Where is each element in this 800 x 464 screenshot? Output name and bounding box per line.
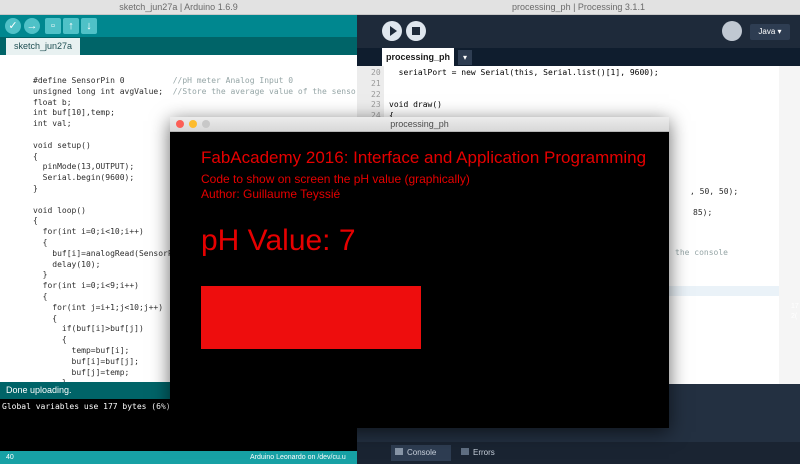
console-icon xyxy=(395,448,403,455)
new-icon[interactable]: ▫ xyxy=(45,18,61,34)
upload-icon[interactable]: → xyxy=(24,18,40,34)
code-line: serialPort = new Serial(this, Serial.lis… xyxy=(389,68,659,77)
line-number: 23 xyxy=(371,100,381,110)
code-line: { xyxy=(33,292,48,301)
tab-processing[interactable]: processing_ph xyxy=(382,48,454,66)
processing-title: processing_ph | Processing 3.1.1 xyxy=(357,0,800,15)
save-icon[interactable]: ↓ xyxy=(81,18,97,34)
arduino-title: sketch_jun27a | Arduino 1.6.9 xyxy=(0,0,357,15)
verify-icon[interactable]: ✓ xyxy=(5,18,21,34)
sketch-author: Author: Guillaume Teyssié xyxy=(201,187,341,201)
tab-errors[interactable]: Errors xyxy=(457,445,511,461)
code-line: { xyxy=(33,216,38,226)
code-fragment: , 50, 50); xyxy=(690,187,739,196)
code-line: int buf[10],temp; xyxy=(33,108,115,118)
code-line: for(int j=i+1;j<10;j++) xyxy=(33,302,164,312)
editor-scrollbar[interactable] xyxy=(779,66,800,384)
line-number: 20 xyxy=(371,68,381,77)
code-line: { xyxy=(33,313,58,323)
code-line: for(int i=0;i<10;i++) // xyxy=(33,227,188,237)
zoom-icon[interactable] xyxy=(202,120,210,128)
ph-indicator-bar xyxy=(201,286,421,349)
open-icon[interactable]: ↑ xyxy=(63,18,79,34)
sketch-window: processing_ph FabAcademy 2016: Interface… xyxy=(170,117,669,428)
line-number: 22 xyxy=(371,89,381,99)
errors-icon xyxy=(461,448,469,455)
tab-menu-icon[interactable]: ▾ xyxy=(458,50,472,65)
arduino-toolbar: ✓ → ▫ ↑ ↓ xyxy=(0,15,357,37)
code-line: #define SensorPin 0 //pH meter Analog In… xyxy=(33,76,294,85)
code-line: buf[i]=analogRead(SensorPin) xyxy=(33,248,188,258)
sketch-title: processing_ph xyxy=(390,119,449,129)
code-line: if(buf[i]>buf[j]) xyxy=(33,324,144,334)
code-line: float b; xyxy=(33,97,72,107)
debug-icon[interactable] xyxy=(722,21,742,41)
code-line: for(int i=0;i<9;i++) // xyxy=(33,281,188,291)
code-line: void draw() xyxy=(389,100,442,110)
code-line: unsigned long int avgValue; //Store the … xyxy=(33,86,390,96)
ph-value-label: pH Value: 7 xyxy=(201,224,356,257)
run-icon[interactable] xyxy=(382,21,402,41)
minimize-icon[interactable] xyxy=(189,120,197,128)
console-tabs: Console Errors xyxy=(357,442,800,464)
edge-text: 17 xyxy=(791,303,799,310)
stop-icon[interactable] xyxy=(406,21,426,41)
line-number: 40 xyxy=(6,454,14,461)
code-line: } xyxy=(33,270,48,280)
sketch-description: Code to show on screen the pH value (gra… xyxy=(201,172,470,186)
code-line: pinMode(13,OUTPUT); xyxy=(33,162,135,172)
code-line: { xyxy=(33,238,48,247)
close-icon[interactable] xyxy=(176,120,184,128)
code-line: Serial.begin(9600); xyxy=(33,173,135,183)
code-line: buf[i]=buf[j]; xyxy=(33,356,139,366)
tab-sketch[interactable]: sketch_jun27a xyxy=(6,38,80,55)
code-line: { xyxy=(33,335,67,345)
mode-selector[interactable]: Java ▾ xyxy=(750,24,790,40)
current-line-highlight xyxy=(669,286,779,296)
code-line: temp=buf[i]; xyxy=(33,346,130,355)
processing-toolbar: Java ▾ xyxy=(357,15,800,48)
sketch-titlebar: processing_ph xyxy=(170,117,669,132)
code-line: int val; xyxy=(33,119,72,129)
line-number: 21 xyxy=(371,78,381,88)
edge-text: 2( xyxy=(791,313,798,320)
code-line: } xyxy=(33,184,38,193)
code-line: { xyxy=(33,151,38,161)
board-info: Arduino Leonardo on /dev/cu.u xyxy=(250,454,346,461)
code-line: void loop() xyxy=(33,205,86,215)
code-fragment: 85); xyxy=(693,208,713,217)
arduino-footer: 40 Arduino Leonardo on /dev/cu.u xyxy=(0,451,357,464)
sketch-heading: FabAcademy 2016: Interface and Applicati… xyxy=(201,148,647,167)
code-line: void setup() xyxy=(33,140,91,150)
tab-console[interactable]: Console xyxy=(391,445,451,461)
code-line: delay(10); xyxy=(33,259,101,269)
code-line: buf[j]=temp; xyxy=(33,367,130,377)
code-fragment: the console xyxy=(675,248,728,257)
